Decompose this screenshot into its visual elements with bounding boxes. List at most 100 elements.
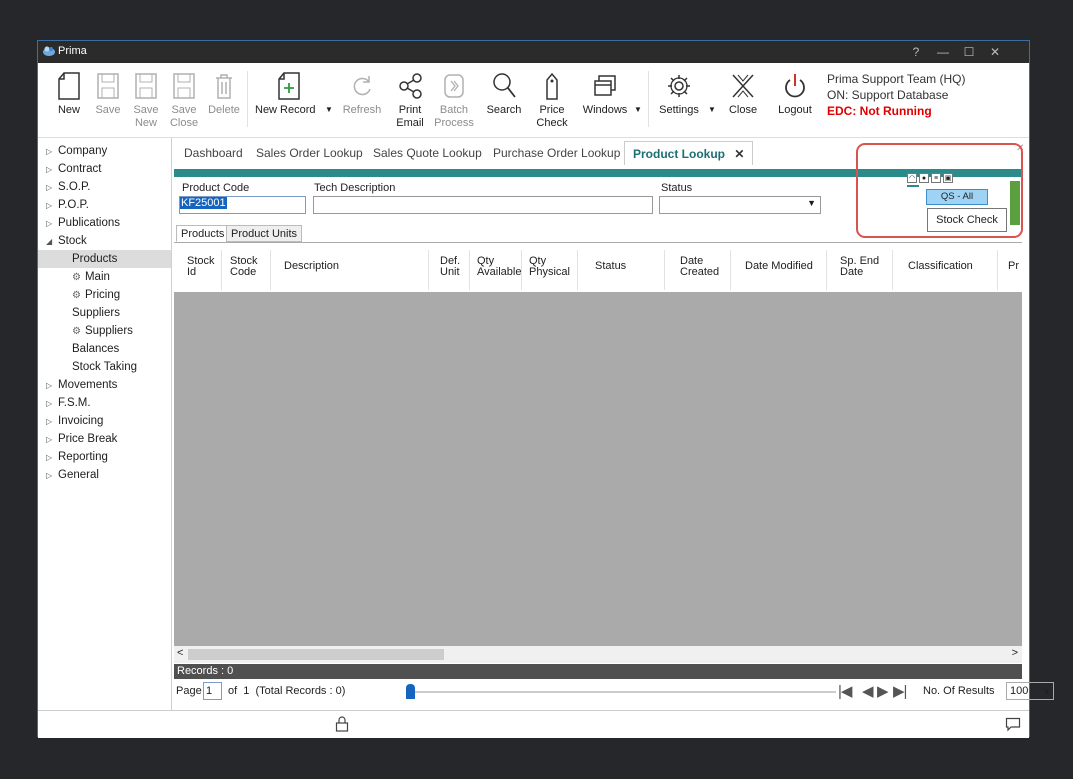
sidebar-item-invoicing[interactable]: ▷ Invoicing (38, 412, 171, 430)
batch-process-button[interactable]: Batch Process (432, 69, 476, 135)
sidebar-item-fsm[interactable]: ▷ F.S.M. (38, 394, 171, 412)
column-def-unit[interactable]: Def. Unit (440, 256, 460, 278)
sidebar-item-pop[interactable]: ▷ P.O.P. (38, 196, 171, 214)
close-button[interactable]: Close (724, 69, 762, 135)
windows-dropdown-icon[interactable]: ▼ (634, 103, 642, 116)
horizontal-scrollbar[interactable]: < > (174, 646, 1022, 663)
tab-sales-order-lookup[interactable]: Sales Order Lookup (256, 146, 363, 160)
new-button[interactable]: New (52, 69, 86, 135)
support-team-text: Prima Support Team (HQ) (827, 72, 966, 86)
sidebar-item-company[interactable]: ▷ Company (38, 142, 171, 160)
help-button[interactable]: ? (905, 43, 927, 61)
sidebar-item-sop[interactable]: ▷ S.O.P. (38, 178, 171, 196)
column-date-modified[interactable]: Date Modified (745, 261, 813, 272)
tab-sales-quote-lookup[interactable]: Sales Quote Lookup (373, 146, 482, 160)
sidebar-item-label: Stock (58, 235, 87, 247)
close-window-button[interactable]: ✕ (984, 43, 1006, 61)
column-classification[interactable]: Classification (908, 261, 973, 272)
scroll-right-icon[interactable]: > (1012, 647, 1018, 659)
save-button[interactable]: Save (92, 69, 124, 135)
windows-button[interactable]: Windows ▼ (578, 69, 642, 135)
price-check-label-1: Price (539, 104, 565, 116)
column-sp-end-date[interactable]: Sp. End Date (840, 256, 879, 278)
column-pr[interactable]: Pr (1008, 261, 1020, 272)
print-email-label-2: Email (396, 117, 424, 129)
status-label: Status (661, 182, 693, 194)
sidebar-item-products[interactable]: Products (38, 250, 171, 268)
minimize-button[interactable]: — (932, 43, 954, 61)
results-per-page-select[interactable]: 100 ∨ (1006, 682, 1054, 700)
connection-info: Prima Support Team (HQ) ON: Support Data… (827, 71, 966, 119)
tab-products[interactable]: Products (176, 225, 230, 242)
grid-header: Stock Id Stock Code Description Def. Unit Q… (174, 246, 1022, 293)
column-divider (826, 250, 827, 290)
sidebar-item-pricing[interactable]: ⚙ Pricing (38, 286, 171, 304)
delete-button[interactable]: Delete (206, 69, 242, 135)
expand-arrow-icon: ▷ (46, 381, 53, 390)
column-stock-id[interactable]: Stock Id (187, 256, 215, 278)
tab-dashboard[interactable]: Dashboard (184, 146, 243, 160)
expand-arrow-icon: ▷ (46, 183, 53, 192)
main-window: Prima ? — ☐ ✕ New Save Save New Save Clo… (37, 40, 1054, 738)
lock-icon[interactable] (335, 716, 349, 732)
first-page-icon[interactable]: |◀ (838, 682, 852, 700)
settings-dropdown-icon[interactable]: ▼ (708, 103, 716, 116)
save-close-button[interactable]: Save Close (168, 69, 200, 135)
expand-arrow-icon: ▷ (46, 435, 53, 444)
sidebar-item-price-break[interactable]: ▷ Price Break (38, 430, 171, 448)
maximize-button[interactable]: ☐ (958, 43, 980, 61)
sidebar-item-suppliers-sub[interactable]: ⚙ Suppliers (38, 322, 171, 340)
refresh-button[interactable]: Refresh (340, 69, 384, 135)
print-email-button[interactable]: Print Email (393, 69, 427, 135)
scroll-left-icon[interactable]: < (177, 647, 183, 659)
status-select[interactable]: ▼ (659, 196, 821, 214)
next-page-icon[interactable]: ▶ (877, 682, 889, 700)
column-qty-physical[interactable]: Qty Physical (529, 256, 570, 278)
page-input[interactable]: 1 (203, 682, 222, 700)
sidebar-item-balances[interactable]: Balances (38, 340, 171, 358)
column-divider (221, 250, 222, 290)
sidebar-item-suppliers[interactable]: Suppliers (38, 304, 171, 322)
search-button[interactable]: Search (484, 69, 524, 135)
results-grid[interactable] (174, 292, 1022, 646)
tab-purchase-order-lookup[interactable]: Purchase Order Lookup (493, 146, 620, 160)
new-record-button[interactable]: New Record ▼ (252, 69, 333, 135)
column-stock-code[interactable]: Stock Code (230, 256, 258, 278)
previous-page-icon[interactable]: ◀ (862, 682, 874, 700)
sidebar-item-label: Balances (72, 343, 120, 355)
tech-description-input[interactable] (313, 196, 653, 214)
sidebar-item-contract[interactable]: ▷ Contract (38, 160, 171, 178)
logout-button[interactable]: Logout (774, 69, 816, 135)
column-divider (997, 250, 998, 290)
batch-process-icon (444, 74, 464, 98)
gear-icon: ⚙ (72, 326, 81, 337)
sidebar-item-general[interactable]: ▷ General (38, 466, 171, 484)
pager: Page 1 of 1 (Total Records : 0) |◀ ◀ ▶ ▶… (174, 681, 1054, 703)
tab-close-icon[interactable]: ✕ (734, 147, 744, 161)
save-new-button[interactable]: Save New (130, 69, 162, 135)
column-qty-available[interactable]: Qty Available (477, 256, 521, 278)
price-check-button[interactable]: Price Check (532, 69, 572, 135)
new-record-dropdown-icon[interactable]: ▼ (325, 103, 333, 116)
tab-product-lookup[interactable]: Product Lookup ✕ (624, 141, 754, 165)
sidebar-item-stock-taking[interactable]: Stock Taking (38, 358, 171, 376)
column-date-created[interactable]: Date Created (680, 256, 719, 278)
sidebar-item-publications[interactable]: ▷ Publications (38, 214, 171, 232)
sidebar-item-stock[interactable]: ◢ Stock (38, 232, 171, 250)
page-slider-track[interactable] (411, 691, 836, 693)
product-code-input[interactable]: KF25001 (179, 196, 306, 214)
column-description[interactable]: Description (284, 261, 339, 272)
last-page-icon[interactable]: ▶| (893, 682, 907, 700)
settings-button[interactable]: Settings ▼ (656, 69, 716, 135)
sidebar-item-movements[interactable]: ▷ Movements (38, 376, 171, 394)
sidebar-item-main[interactable]: ⚙ Main (38, 268, 171, 286)
page-slider-thumb[interactable] (406, 684, 415, 699)
column-divider (521, 250, 522, 290)
tab-product-units[interactable]: Product Units (226, 225, 303, 242)
save-close-label-2: Close (169, 117, 199, 129)
scroll-thumb[interactable] (188, 649, 444, 660)
column-status[interactable]: Status (595, 261, 626, 272)
sidebar-item-reporting[interactable]: ▷ Reporting (38, 448, 171, 466)
expand-arrow-icon: ▷ (46, 453, 53, 462)
chat-icon[interactable] (1005, 717, 1021, 732)
